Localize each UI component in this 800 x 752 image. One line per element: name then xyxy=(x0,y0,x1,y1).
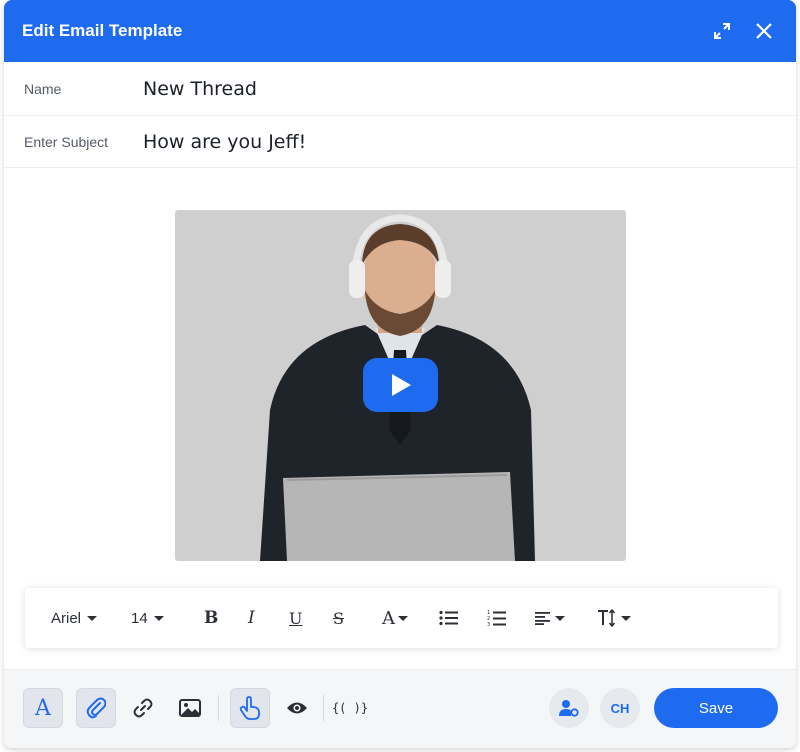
save-button[interactable]: Save xyxy=(654,688,778,728)
preview-button[interactable] xyxy=(277,688,317,728)
contact-settings-button[interactable] xyxy=(549,688,589,728)
chevron-down-icon xyxy=(398,615,408,621)
text-height-icon xyxy=(598,609,616,627)
name-row: Name New Thread xyxy=(4,62,796,116)
toolbar-divider xyxy=(323,695,324,721)
modal-title: Edit Email Template xyxy=(22,21,183,40)
toolbar-divider xyxy=(218,695,219,721)
font-family-select[interactable]: Ariel xyxy=(51,588,98,648)
underline-button[interactable]: U xyxy=(289,588,302,648)
italic-button[interactable]: I xyxy=(248,588,255,648)
hand-pointer-icon xyxy=(239,696,260,720)
variables-button[interactable]: {( )} xyxy=(330,688,370,728)
name-label: Name xyxy=(24,80,62,97)
play-button[interactable] xyxy=(363,358,438,412)
chevron-down-icon xyxy=(153,615,164,621)
font-color-button[interactable]: A xyxy=(382,588,408,648)
insert-image-button[interactable] xyxy=(170,688,210,728)
numbered-list-button[interactable]: 1 2 3 xyxy=(487,588,507,648)
numbered-list-icon: 1 2 3 xyxy=(487,610,506,627)
close-icon[interactable] xyxy=(750,17,778,45)
image-icon xyxy=(179,699,201,717)
bullet-list-icon xyxy=(439,610,458,626)
email-body-editor[interactable]: Ariel 14 B I U S A 1 2 3 xyxy=(4,168,796,665)
avatar-initials: CH xyxy=(610,700,630,716)
attach-button[interactable] xyxy=(76,688,116,728)
font-icon: A xyxy=(35,695,51,721)
modal-header: Edit Email Template xyxy=(4,0,796,62)
video-thumbnail[interactable] xyxy=(175,210,626,561)
subject-label: Enter Subject xyxy=(24,133,109,150)
name-input[interactable]: New Thread xyxy=(143,78,257,100)
font-size-select[interactable]: 14 xyxy=(131,588,164,648)
format-toolbar: Ariel 14 B I U S A 1 2 3 xyxy=(25,588,778,648)
braces-icon: {( )} xyxy=(331,701,369,715)
text-size-select[interactable] xyxy=(597,588,631,648)
bold-button[interactable]: B xyxy=(204,588,218,648)
chevron-down-icon xyxy=(555,615,565,621)
edit-email-template-modal: Edit Email Template Name New Thread Ente… xyxy=(4,0,796,748)
link-icon xyxy=(133,698,153,718)
subject-input[interactable]: How are you Jeff! xyxy=(143,131,306,153)
avatar[interactable]: CH xyxy=(600,688,640,728)
chevron-down-icon xyxy=(87,615,98,621)
paperclip-icon xyxy=(86,697,106,719)
chevron-down-icon xyxy=(621,615,631,621)
strikethrough-button[interactable]: S xyxy=(333,588,344,648)
eye-icon xyxy=(287,702,307,714)
play-icon xyxy=(391,374,411,396)
underline-icon: U xyxy=(289,608,303,628)
italic-icon: I xyxy=(248,608,255,628)
user-settings-icon xyxy=(559,700,579,717)
font-size-value: 14 xyxy=(131,609,148,627)
strikethrough-icon: S xyxy=(333,608,344,628)
font-color-icon: A xyxy=(382,607,395,629)
bottom-toolbar: A {()} CH Save xyxy=(4,669,796,748)
bullet-list-button[interactable] xyxy=(439,588,459,648)
cta-button[interactable] xyxy=(230,688,270,728)
svg-text:3: 3 xyxy=(487,622,490,627)
expand-icon[interactable] xyxy=(708,17,736,45)
subject-row: Enter Subject How are you Jeff! xyxy=(4,116,796,168)
link-button[interactable] xyxy=(123,688,163,728)
bold-icon: B xyxy=(204,608,219,628)
text-format-button[interactable]: A xyxy=(23,688,63,728)
align-left-icon xyxy=(535,612,550,625)
align-select[interactable] xyxy=(535,588,565,648)
font-family-value: Ariel xyxy=(51,609,82,627)
